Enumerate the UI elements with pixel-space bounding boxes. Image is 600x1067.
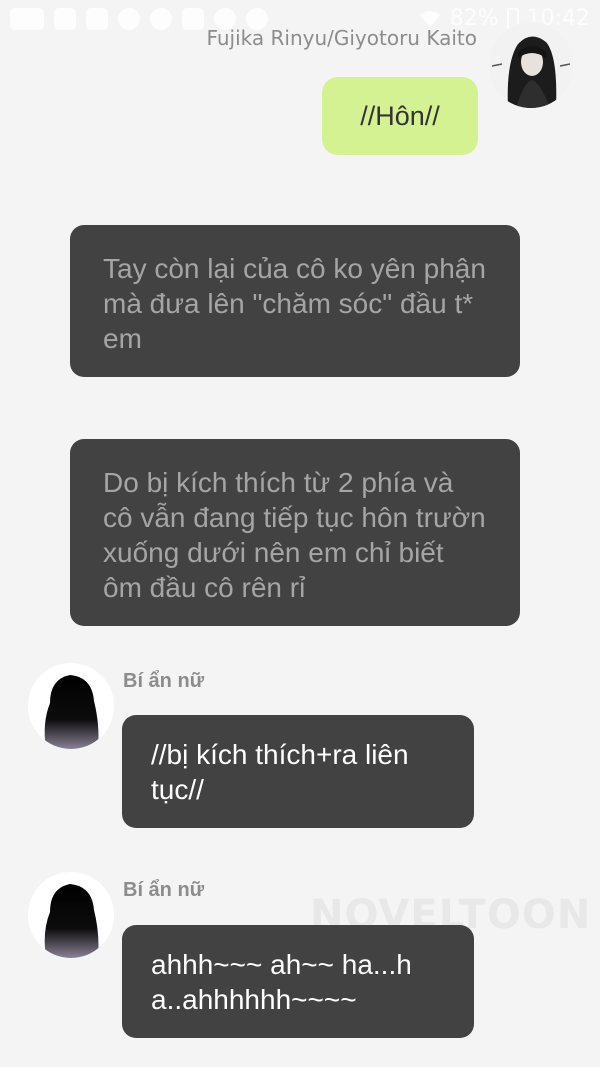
character-avatar[interactable] — [28, 872, 114, 958]
narration-bubble[interactable]: Do bị kích thích từ 2 phía và cô vẫn đan… — [70, 439, 520, 626]
message-icon — [10, 8, 44, 30]
character-message-bubble[interactable]: ahhh~~~ ah~~ ha...h a..ahhhhhh~~~~ — [122, 925, 474, 1038]
character-name: Bí ẩn nữ — [123, 670, 205, 692]
self-name: Fujika Rinyu/Giyotoru Kaito — [206, 26, 477, 50]
character-avatar[interactable] — [28, 663, 114, 749]
character-message-bubble[interactable]: //bị kích thích+ra liên tục// — [122, 715, 474, 828]
pinterest-icon — [118, 8, 140, 30]
narration-bubble[interactable]: Tay còn lại của cô ko yên phận mà đưa lê… — [70, 225, 520, 377]
gallery-icon — [54, 8, 76, 30]
avatar-anime-girl-icon — [488, 22, 574, 108]
self-message-bubble[interactable]: //Hôn// — [322, 77, 478, 155]
browser-icon — [150, 8, 172, 30]
chat-icon — [86, 8, 108, 30]
self-avatar[interactable] — [488, 22, 574, 108]
character-name: Bí ẩn nữ — [123, 879, 205, 901]
avatar-silhouette-icon — [28, 872, 114, 958]
app-icon — [182, 8, 204, 30]
avatar-silhouette-icon — [28, 663, 114, 749]
